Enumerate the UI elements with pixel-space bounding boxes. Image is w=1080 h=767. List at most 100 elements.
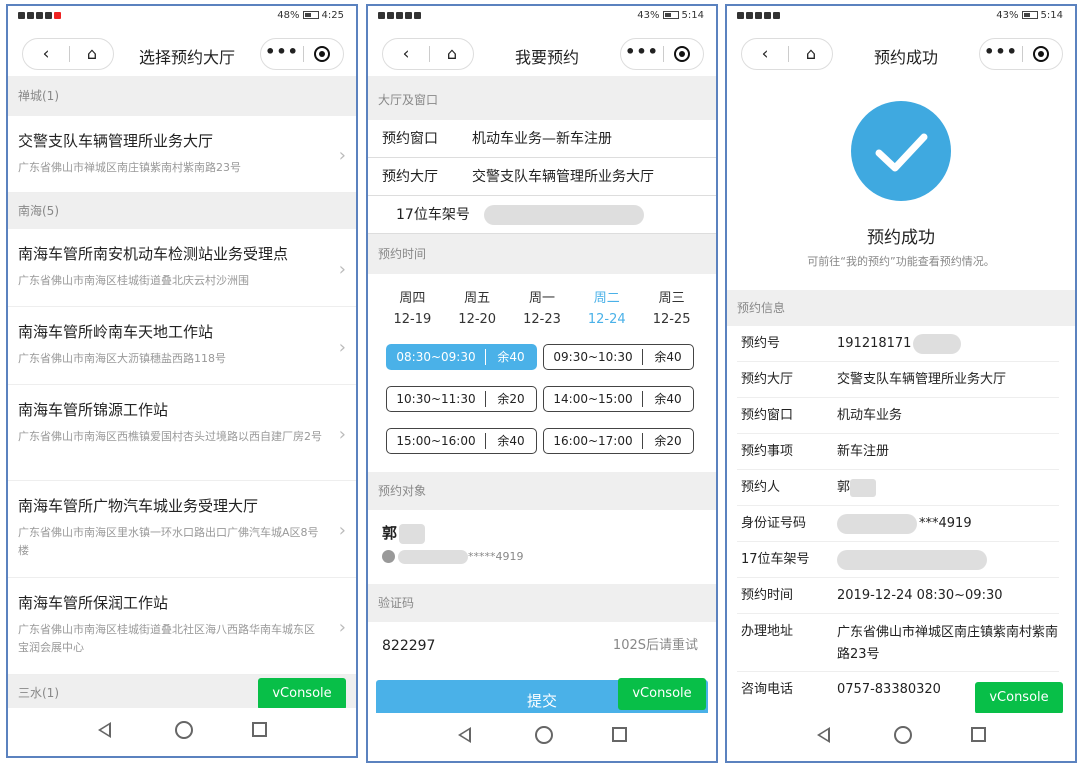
- day-option-selected[interactable]: 周二 12-24: [588, 288, 626, 330]
- window-label: 预约窗口: [382, 131, 438, 147]
- back-icon[interactable]: ‹: [383, 39, 429, 69]
- close-miniprogram-icon[interactable]: [674, 46, 690, 62]
- info-row: 预约号 191218171: [737, 326, 1059, 362]
- status-right: 43% 5:14: [637, 10, 704, 21]
- hall-row[interactable]: 预约大厅 交警支队车辆管理所业务大厅: [368, 158, 716, 196]
- hall-value: 交警支队车辆管理所业务大厅: [472, 169, 654, 185]
- hall-item[interactable]: 南海车管所保润工作站 广东省佛山市南海区桂城街道叠北社区海八西路华南车城东区宝润…: [8, 578, 356, 675]
- more-icon[interactable]: •••: [980, 39, 1022, 69]
- back-icon[interactable]: ‹: [742, 39, 788, 69]
- time-slot-selected[interactable]: 08:30~09:30 余40: [386, 344, 537, 370]
- info-label: 身份证号码: [741, 516, 807, 531]
- time-slot[interactable]: 10:30~11:30 余20: [386, 386, 537, 412]
- hall-name: 南海车管所保润工作站: [18, 594, 169, 612]
- time-slot[interactable]: 15:00~16:00 余40: [386, 428, 537, 454]
- back-icon[interactable]: ‹: [23, 39, 69, 69]
- nav-recent-icon[interactable]: [252, 722, 267, 737]
- nav-home-icon[interactable]: [175, 721, 193, 739]
- hall-address: 广东省佛山市南海区里水镇一环水口路出口广佛汽车城A区8号楼: [18, 526, 319, 557]
- time-slot[interactable]: 14:00~15:00 余40: [543, 386, 694, 412]
- nav-home-icon[interactable]: [894, 726, 912, 744]
- hall-address: 广东省佛山市南海区西樵镇爱国村杏头过境路以西自建厂房2号: [18, 430, 322, 443]
- nav-back-icon[interactable]: [817, 727, 830, 743]
- id-number: ***4919: [919, 516, 972, 531]
- weekday: 周五: [464, 291, 491, 306]
- day-option[interactable]: 周五 12-20: [458, 288, 496, 330]
- vconsole-button[interactable]: vConsole: [258, 678, 346, 710]
- day-selector: 周四 12-19 周五 12-20 周一 12-23 周二 12-24 周三 12-25: [368, 274, 716, 330]
- vin-value-redacted: [484, 205, 644, 225]
- status-icons: [737, 10, 782, 21]
- date: 12-25: [652, 312, 691, 327]
- battery-level: 48%: [277, 10, 300, 21]
- nav-home-icon[interactable]: [535, 726, 553, 744]
- more-icon[interactable]: •••: [261, 39, 303, 69]
- person-name-redacted: [850, 478, 877, 497]
- info-label: 预约人: [741, 480, 781, 495]
- window-row[interactable]: 预约窗口 机动车业务—新车注册: [368, 120, 716, 158]
- hall-item[interactable]: 南海车管所锦源工作站 广东省佛山市南海区西樵镇爱国村杏头过境路以西自建厂房2号 …: [8, 385, 356, 481]
- chevron-right-icon: ›: [338, 258, 346, 280]
- home-icon[interactable]: ⌂: [430, 39, 474, 69]
- info-value: 2019-12-24 08:30~09:30: [837, 588, 1003, 603]
- nav-recent-icon[interactable]: [971, 727, 986, 742]
- nav-back-icon[interactable]: [458, 727, 471, 743]
- nav-capsule-left: ‹ ⌂: [741, 38, 833, 70]
- weekday: 周四: [399, 291, 426, 306]
- date: 12-24: [587, 312, 626, 327]
- weekday: 周二: [593, 291, 620, 306]
- system-nav-bar: [727, 713, 1075, 761]
- hall-item[interactable]: 交警支队车辆管理所业务大厅 广东省佛山市禅城区南庄镇紫南村紫南路23号 ›: [8, 116, 356, 193]
- booking-person: 郭 *****4919: [368, 510, 716, 584]
- system-nav-bar: [368, 713, 716, 761]
- weekday: 周三: [658, 291, 685, 306]
- chevron-right-icon: ›: [338, 617, 346, 638]
- person-name-redacted: [399, 523, 426, 544]
- hall-name: 南海车管所岭南车天地工作站: [18, 323, 214, 341]
- vin-row[interactable]: 17位车架号: [368, 196, 716, 234]
- more-icon[interactable]: •••: [621, 39, 663, 69]
- person-id: *****4919: [468, 549, 524, 563]
- vconsole-button[interactable]: vConsole: [618, 678, 706, 710]
- hall-item[interactable]: 南海车管所南安机动车检测站业务受理点 广东省佛山市南海区桂城街道叠北庆云村沙洲围…: [8, 229, 356, 307]
- nav-capsule-right: •••: [620, 38, 704, 70]
- success-subtitle: 可前往“我的预约”功能查看预约情况。: [807, 255, 995, 268]
- info-row: 身份证号码 ***4919: [737, 506, 1059, 542]
- time-slot[interactable]: 09:30~10:30 余40: [543, 344, 694, 370]
- day-option[interactable]: 周四 12-19: [394, 288, 432, 330]
- info-value: 新车注册: [837, 444, 890, 459]
- slot-remaining: 余40: [654, 392, 682, 406]
- close-miniprogram-icon[interactable]: [1033, 46, 1049, 62]
- booking-form: 大厅及窗口 预约窗口 机动车业务—新车注册 预约大厅 交警支队车辆管理所业务大厅 1…: [368, 76, 716, 670]
- captcha-input[interactable]: 822297: [382, 638, 435, 654]
- close-miniprogram-icon[interactable]: [314, 46, 330, 62]
- clock: 5:14: [1040, 10, 1063, 21]
- person-id-row: *****4919: [382, 549, 716, 564]
- info-label: 预约事项: [741, 444, 794, 459]
- section-header: 预约信息: [727, 290, 1075, 326]
- hall-item[interactable]: 南海车管所岭南车天地工作站 广东省佛山市南海区大沥镇穗盐西路118号 ›: [8, 307, 356, 385]
- day-option[interactable]: 周一 12-23: [523, 288, 561, 330]
- day-option[interactable]: 周三 12-25: [653, 288, 691, 330]
- success-check-icon: [851, 101, 951, 201]
- info-row: 预约大厅 交警支队车辆管理所业务大厅: [737, 362, 1059, 398]
- nav-back-icon[interactable]: [98, 722, 111, 738]
- vconsole-button[interactable]: vConsole: [975, 682, 1063, 714]
- info-value: ***4919: [837, 506, 1059, 542]
- date: 12-19: [393, 312, 432, 327]
- info-value: 广东省佛山市禅城区南庄镇紫南村紫南路23号: [837, 625, 1059, 662]
- status-right: 43% 5:14: [996, 10, 1063, 21]
- slot-time: 14:00~15:00: [553, 392, 633, 406]
- navbar: ‹ ⌂ 我要预约 •••: [368, 30, 716, 76]
- home-icon[interactable]: ⌂: [70, 39, 114, 69]
- home-icon[interactable]: ⌂: [789, 39, 833, 69]
- info-label: 预约时间: [741, 588, 794, 603]
- status-icons: [18, 10, 63, 21]
- time-slot[interactable]: 16:00~17:00 余20: [543, 428, 694, 454]
- captcha-row: 822297 102S后请重试: [368, 622, 716, 670]
- system-nav-bar: [8, 708, 356, 756]
- hall-address: 广东省佛山市南海区桂城街道叠北庆云村沙洲围: [18, 274, 249, 287]
- hall-item[interactable]: 南海车管所广物汽车城业务受理大厅 广东省佛山市南海区里水镇一环水口路出口广佛汽车…: [8, 481, 356, 578]
- battery-level: 43%: [996, 10, 1019, 21]
- nav-recent-icon[interactable]: [612, 727, 627, 742]
